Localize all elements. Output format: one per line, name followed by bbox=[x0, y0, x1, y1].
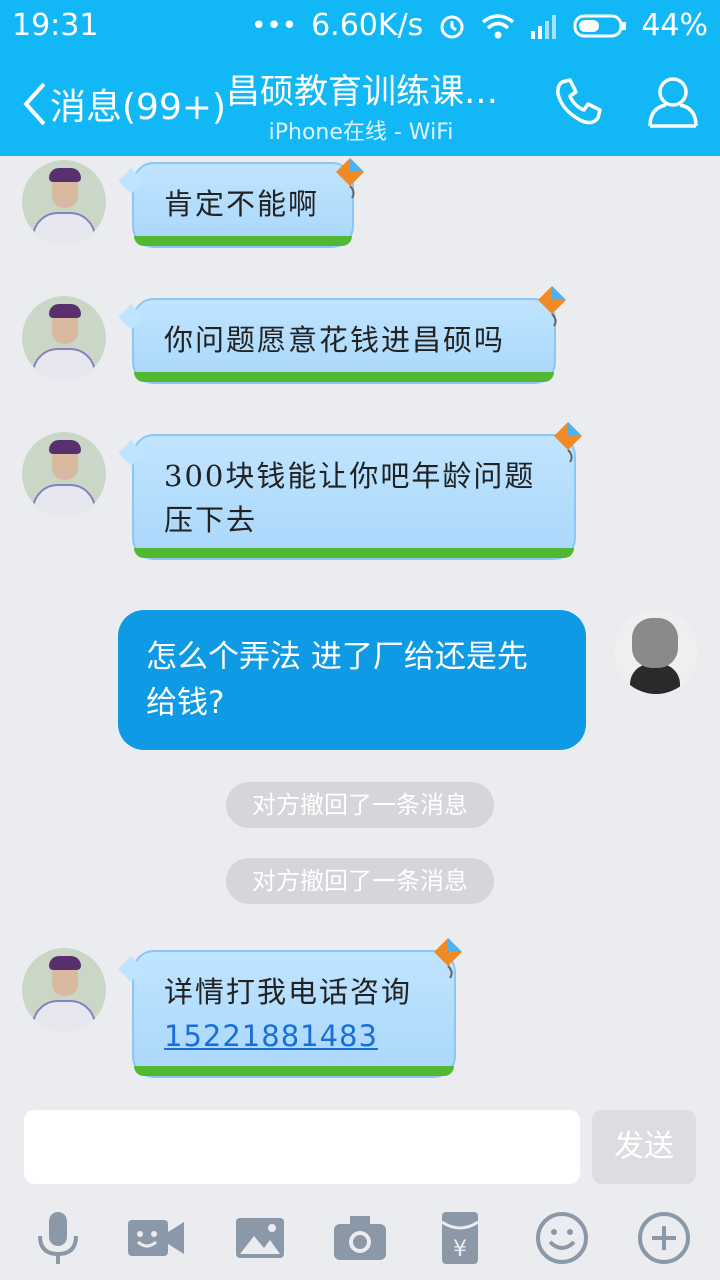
microphone-icon[interactable] bbox=[28, 1208, 88, 1268]
more-dots-icon: ••• bbox=[251, 10, 298, 41]
call-button[interactable] bbox=[552, 76, 604, 132]
video-icon[interactable] bbox=[126, 1208, 186, 1268]
message-bubble-outgoing[interactable]: 怎么个弄法 进了厂给还是先 给钱? bbox=[118, 610, 586, 750]
chat-subtitle: iPhone在线 - WiFi bbox=[268, 120, 454, 145]
back-label: 消息(99+) bbox=[50, 87, 227, 128]
battery-percent: 44% bbox=[641, 8, 708, 43]
input-toolbar: ¥ bbox=[0, 1196, 720, 1280]
recall-notice: 对方撤回了一条消息 bbox=[226, 858, 494, 904]
kite-icon bbox=[336, 158, 364, 199]
message-text: 你问题愿意花钱进昌硕吗 bbox=[164, 323, 506, 357]
my-avatar[interactable] bbox=[614, 610, 698, 694]
message-text: 详情打我电话咨询 bbox=[164, 975, 413, 1009]
message-bubble-incoming[interactable]: 你问题愿意花钱进昌硕吗 bbox=[118, 298, 556, 384]
wifi-icon bbox=[481, 12, 515, 40]
svg-text:¥: ¥ bbox=[453, 1237, 467, 1262]
contact-avatar[interactable] bbox=[22, 160, 106, 244]
phone-number-link[interactable]: 15221881483 bbox=[164, 1019, 378, 1053]
net-speed: 6.60K/s bbox=[311, 8, 424, 43]
kite-icon bbox=[538, 286, 566, 327]
message-text-line: 给钱? bbox=[146, 685, 225, 721]
status-right: ••• 6.60K/s 44% bbox=[251, 8, 708, 43]
status-time: 19:31 bbox=[12, 8, 99, 43]
contact-avatar[interactable] bbox=[22, 948, 106, 1032]
back-button[interactable]: 消息(99+) bbox=[20, 78, 226, 130]
message-bubble-incoming[interactable]: 肯定不能啊 bbox=[118, 162, 354, 248]
message-text-line: 300块钱能让你吧年龄问题 bbox=[164, 459, 536, 493]
red-packet-icon[interactable]: ¥ bbox=[430, 1208, 490, 1268]
recall-notice: 对方撤回了一条消息 bbox=[226, 782, 494, 828]
message-text-line: 怎么个弄法 进了厂给还是先 bbox=[146, 639, 528, 675]
kite-icon bbox=[554, 422, 582, 463]
contact-profile-button[interactable] bbox=[646, 74, 700, 134]
composer: 发送 bbox=[0, 1106, 720, 1196]
message-text-line: 压下去 bbox=[164, 503, 258, 537]
chevron-left-icon bbox=[23, 82, 46, 126]
status-bar: 19:31 ••• 6.60K/s 44% bbox=[0, 0, 720, 52]
camera-icon[interactable] bbox=[330, 1208, 390, 1268]
message-bubble-incoming[interactable]: 300块钱能让你吧年龄问题 压下去 bbox=[118, 434, 576, 560]
contact-avatar[interactable] bbox=[22, 432, 106, 516]
title-bar: 消息(99+) 昌硕教育训练课… iPhone在线 - WiFi bbox=[0, 52, 720, 156]
battery-icon bbox=[573, 13, 627, 39]
image-icon[interactable] bbox=[230, 1208, 290, 1268]
message-text: 肯定不能啊 bbox=[164, 187, 320, 221]
emoji-icon[interactable] bbox=[532, 1208, 592, 1268]
message-bubble-incoming[interactable]: 详情打我电话咨询 15221881483 bbox=[118, 950, 456, 1078]
message-input[interactable] bbox=[24, 1110, 580, 1184]
alarm-icon bbox=[437, 11, 467, 41]
signal-icon bbox=[529, 13, 559, 39]
send-button[interactable]: 发送 bbox=[592, 1110, 696, 1184]
phone-icon bbox=[556, 78, 602, 125]
plus-icon[interactable] bbox=[634, 1208, 694, 1268]
person-icon bbox=[648, 77, 698, 128]
chat-title: 昌硕教育训练课… bbox=[226, 72, 498, 112]
chat-area[interactable]: 肯定不能啊 你问题愿意花钱进昌硕吗 300块钱能让你吧年龄问题 压下去 怎么个弄… bbox=[0, 156, 720, 1106]
contact-avatar[interactable] bbox=[22, 296, 106, 380]
kite-icon bbox=[434, 938, 462, 979]
